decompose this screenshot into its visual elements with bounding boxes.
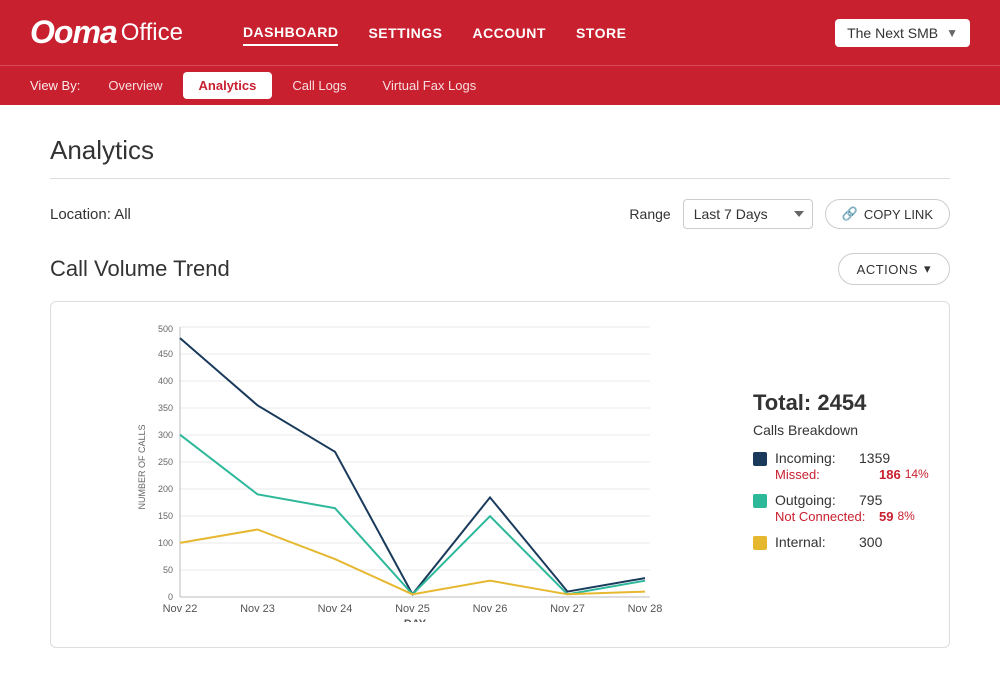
x-label-nov23: Nov 23 [240, 603, 275, 615]
x-axis-title: DAY [404, 618, 427, 622]
sub-nav: View By: Overview Analytics Call Logs Vi… [0, 65, 1000, 105]
outgoing-main-row: Outgoing: 795 [775, 492, 915, 508]
controls-row: Location: All Range Last 7 Days Last 30 … [50, 199, 950, 229]
nav-dashboard[interactable]: DASHBOARD [243, 20, 339, 46]
logo: Ooma Office [30, 14, 183, 51]
y-tick-300: 300 [158, 430, 173, 440]
outgoing-label: Outgoing: [775, 492, 855, 508]
location-label: Location: All [50, 206, 131, 223]
controls-right: Range Last 7 Days Last 30 Days Last 90 D… [629, 199, 950, 229]
missed-pct: 14% [905, 467, 929, 481]
y-tick-200: 200 [158, 484, 173, 494]
internal-main-row: Internal: 300 [775, 534, 882, 550]
legend-item-outgoing: Outgoing: 795 Not Connected: 59 8% [753, 492, 933, 524]
tab-call-logs[interactable]: Call Logs [276, 72, 362, 99]
logo-ooma: Ooma [30, 14, 117, 51]
logo-office: Office [121, 19, 183, 47]
chart-container: 0 50 100 150 200 250 300 350 400 450 500… [50, 301, 950, 648]
not-connected-value: 59 [879, 509, 893, 524]
internal-details: Internal: 300 [775, 534, 882, 550]
link-icon: 🔗 [842, 206, 858, 222]
missed-value: 186 [879, 467, 901, 482]
range-label: Range [629, 206, 670, 222]
incoming-main-row: Incoming: 1359 [775, 450, 929, 466]
incoming-color-box [753, 452, 767, 466]
incoming-details: Incoming: 1359 Missed: 186 14% [775, 450, 929, 482]
chevron-down-icon: ▾ [924, 261, 931, 277]
chevron-down-icon: ▼ [946, 26, 958, 40]
internal-color-box [753, 536, 767, 550]
x-label-nov22: Nov 22 [163, 603, 198, 615]
y-tick-0: 0 [168, 592, 173, 602]
y-tick-350: 350 [158, 403, 173, 413]
outgoing-details: Outgoing: 795 Not Connected: 59 8% [775, 492, 915, 524]
y-tick-50: 50 [163, 565, 173, 575]
x-label-nov24: Nov 24 [318, 603, 353, 615]
actions-button[interactable]: ACTIONS ▾ [838, 253, 950, 285]
chart-section-header: Call Volume Trend ACTIONS ▾ [50, 253, 950, 285]
not-connected-pct: 8% [897, 509, 914, 523]
actions-label: ACTIONS [857, 262, 918, 277]
chart-area: 0 50 100 150 200 250 300 350 400 450 500… [67, 322, 733, 627]
y-tick-150: 150 [158, 511, 173, 521]
nav-settings[interactable]: SETTINGS [368, 21, 442, 45]
view-by-label: View By: [30, 78, 80, 93]
y-axis-title: NUMBER OF CALLS [137, 424, 147, 509]
missed-label: Missed: [775, 467, 875, 482]
incoming-line [180, 338, 645, 594]
outgoing-color-box [753, 494, 767, 508]
copy-link-label: COPY LINK [864, 207, 933, 222]
legend-item-incoming: Incoming: 1359 Missed: 186 14% [753, 450, 933, 482]
divider [50, 178, 950, 179]
y-tick-100: 100 [158, 538, 173, 548]
incoming-value: 1359 [859, 450, 890, 466]
tab-overview[interactable]: Overview [92, 72, 178, 99]
header: Ooma Office DASHBOARD SETTINGS ACCOUNT S… [0, 0, 1000, 65]
chart-title: Call Volume Trend [50, 256, 230, 282]
tab-virtual-fax-logs[interactable]: Virtual Fax Logs [367, 72, 493, 99]
main-nav: DASHBOARD SETTINGS ACCOUNT STORE [243, 20, 835, 46]
incoming-label: Incoming: [775, 450, 855, 466]
legend-breakdown-title: Calls Breakdown [753, 422, 933, 438]
y-tick-500: 500 [158, 324, 173, 334]
not-connected-row: Not Connected: 59 8% [775, 509, 915, 524]
missed-row: Missed: 186 14% [775, 467, 929, 482]
y-tick-400: 400 [158, 376, 173, 386]
main-content: Analytics Location: All Range Last 7 Day… [0, 105, 1000, 678]
x-label-nov28: Nov 28 [628, 603, 663, 615]
x-label-nov25: Nov 25 [395, 603, 430, 615]
x-label-nov26: Nov 26 [473, 603, 508, 615]
nav-store[interactable]: STORE [576, 21, 626, 45]
account-selector[interactable]: The Next SMB ▼ [835, 19, 970, 47]
internal-label: Internal: [775, 534, 855, 550]
account-selector-label: The Next SMB [847, 25, 938, 41]
internal-line [180, 530, 645, 595]
outgoing-value: 795 [859, 492, 882, 508]
y-tick-450: 450 [158, 349, 173, 359]
chart-legend: Total: 2454 Calls Breakdown Incoming: 13… [733, 322, 933, 627]
not-connected-label: Not Connected: [775, 509, 875, 524]
copy-link-button[interactable]: 🔗 COPY LINK [825, 199, 950, 229]
y-tick-250: 250 [158, 457, 173, 467]
tab-analytics[interactable]: Analytics [183, 72, 273, 99]
x-label-nov27: Nov 27 [550, 603, 585, 615]
chart-svg: 0 50 100 150 200 250 300 350 400 450 500… [67, 322, 733, 622]
range-select[interactable]: Last 7 Days Last 30 Days Last 90 Days Cu… [683, 199, 813, 229]
page-title: Analytics [50, 135, 950, 166]
legend-item-internal: Internal: 300 [753, 534, 933, 550]
nav-account[interactable]: ACCOUNT [472, 21, 546, 45]
legend-total: Total: 2454 [753, 390, 933, 416]
internal-value: 300 [859, 534, 882, 550]
